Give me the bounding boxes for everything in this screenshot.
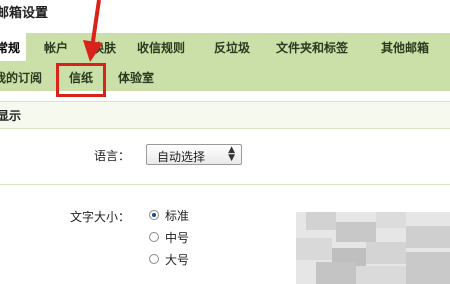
font-size-medium-label: 中号 [165, 231, 190, 245]
annotation-highlight-box [56, 63, 106, 97]
section-header: 显示 [0, 101, 450, 129]
window-title-bar: 邮箱设置 [0, 0, 450, 24]
language-select-value: 自动选择 [157, 150, 206, 164]
divider [0, 184, 450, 185]
language-select[interactable]: 自动选择 ▲ ▼ [146, 144, 242, 165]
font-size-standard-radio[interactable] [149, 210, 159, 220]
tab-my-subscriptions[interactable]: 我的订阅 [0, 69, 42, 86]
font-size-standard-label: 标准 [165, 209, 190, 223]
font-size-large-radio[interactable] [149, 254, 159, 264]
tab-antispam[interactable]: 反垃圾 [214, 39, 250, 56]
tab-folders-labels[interactable]: 文件夹和标签 [276, 39, 348, 56]
font-size-large-label: 大号 [165, 253, 190, 267]
font-size-label: 文字大小： [70, 210, 131, 224]
annotation-arrow-icon [83, 0, 103, 62]
font-size-medium-radio[interactable] [149, 232, 159, 242]
language-label: 语言： [94, 149, 131, 163]
tab-account[interactable]: 帐户 [44, 39, 68, 56]
tab-general[interactable]: 常规 [0, 33, 27, 61]
tab-lab[interactable]: 体验室 [118, 69, 154, 86]
select-arrows-icon: ▲ ▼ [228, 145, 235, 163]
pixelated-preview-image [296, 212, 450, 284]
section-title: 显示 [0, 109, 22, 123]
tab-receive-rules[interactable]: 收信规则 [137, 39, 185, 56]
window-title: 邮箱设置 [0, 6, 49, 21]
tab-other-mailbox[interactable]: 其他邮箱 [381, 39, 429, 56]
